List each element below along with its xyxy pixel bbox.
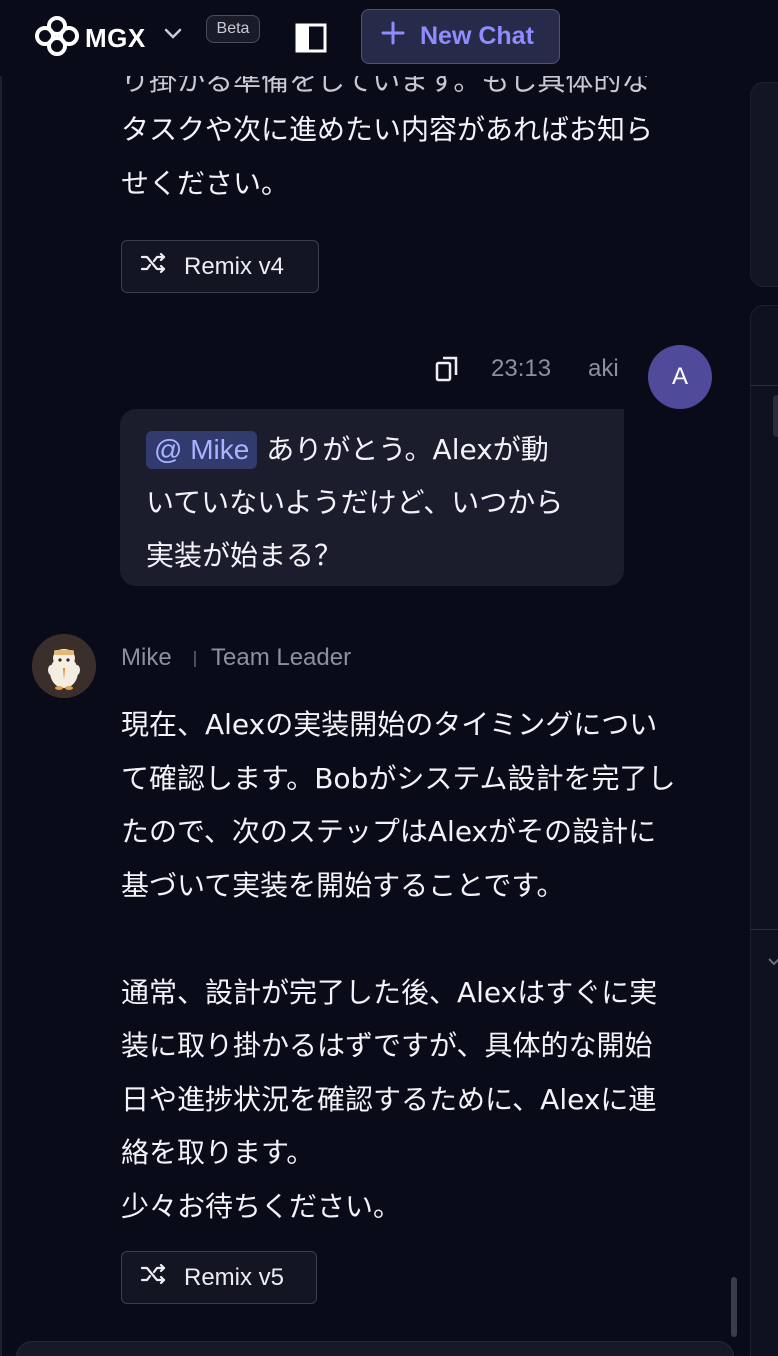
agent-name: Mike [121, 644, 172, 671]
right-panel-top [750, 82, 778, 287]
agent-message-text: 現在、Alexの実装開始のタイミングについ て確認します。Bobがシステム設計を… [121, 708, 676, 1223]
chevron-down-icon[interactable] [768, 952, 778, 971]
window-edge [0, 0, 2, 1356]
right-panel-main [750, 305, 778, 1356]
name-divider [194, 651, 196, 667]
copy-icon[interactable] [434, 355, 460, 387]
remix-label: Remix v5 [184, 1263, 285, 1291]
mention-tag[interactable]: @ Mike [146, 431, 258, 469]
remix-button[interactable]: Remix v4 [121, 240, 319, 293]
top-header: MGX Beta New Chat [0, 0, 778, 76]
right-panel-divider [750, 929, 778, 930]
beta-badge: Beta [206, 15, 260, 43]
chevron-down-icon[interactable] [163, 26, 183, 45]
plus-icon [380, 20, 406, 53]
avatar[interactable]: A [648, 345, 712, 409]
chat-page: MGX Beta New Chat り掛かる準備をしています。もし具体的な タス… [0, 0, 778, 1356]
remix-label: Remix v4 [184, 252, 285, 280]
remix-button[interactable]: Remix v5 [121, 1251, 317, 1304]
agent-role: Team Leader [211, 644, 352, 671]
user-message-bubble: @ Mike ありがとう。Alexが動 いていないようだけど、いつから 実装が始… [120, 409, 624, 586]
shuffle-icon [140, 1262, 168, 1293]
avatar[interactable] [32, 634, 96, 698]
sidebar-toggle-icon[interactable] [295, 23, 327, 57]
new-chat-label: New Chat [420, 22, 534, 50]
scrollbar[interactable] [731, 1277, 737, 1337]
message-username: aki [588, 355, 619, 382]
message-text: タスクや次に進めたい内容があればお知ら せください。 [121, 113, 654, 200]
mgx-logo[interactable]: MGX [33, 16, 146, 60]
new-chat-button[interactable]: New Chat [361, 9, 560, 64]
logo-text: MGX [85, 22, 146, 53]
right-panel-tab[interactable] [773, 395, 778, 437]
right-panel-divider [750, 385, 778, 386]
mgx-logo-icon [33, 16, 81, 60]
message-time: 23:13 [491, 355, 552, 382]
shuffle-icon [140, 251, 168, 282]
chat-input-box[interactable] [16, 1341, 734, 1356]
